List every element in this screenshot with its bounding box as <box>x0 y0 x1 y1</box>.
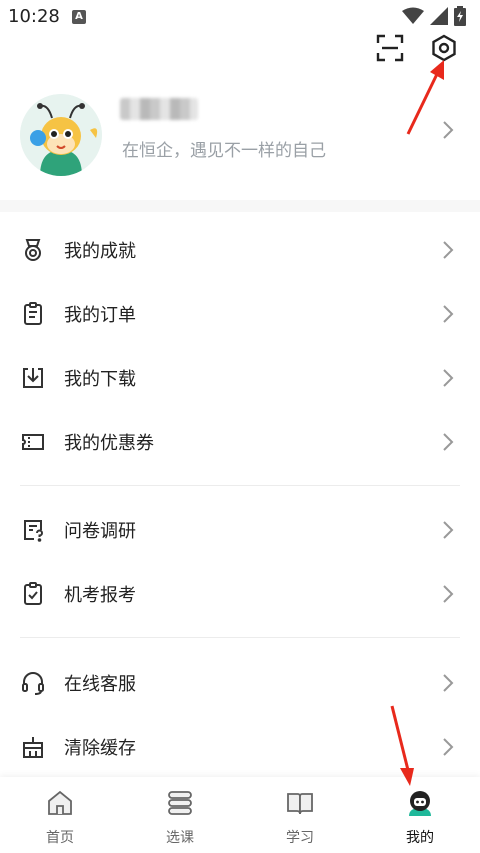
menu-item-downloads[interactable]: 我的下载 <box>0 346 480 410</box>
menu-item-label: 我的下载 <box>64 369 136 390</box>
divider <box>20 485 460 486</box>
menu-item-label: 在线客服 <box>64 674 136 695</box>
menu-item-achievements[interactable]: 我的成就 <box>0 218 480 282</box>
broom-icon <box>20 734 46 760</box>
profile-slogan: 在恒企，遇见不一样的自己 <box>122 141 326 161</box>
chevron-right-icon <box>443 738 454 756</box>
profile-card[interactable]: 在恒企，遇见不一样的自己 <box>0 88 480 188</box>
bee-avatar-icon <box>20 94 102 176</box>
clipboard-icon <box>20 301 46 327</box>
tab-label: 我的 <box>406 830 434 846</box>
medal-icon <box>20 237 46 263</box>
survey-icon <box>20 517 46 543</box>
annotation-arrow <box>390 705 414 786</box>
signal-icon <box>430 7 448 25</box>
exam-icon <box>20 581 46 607</box>
menu-item-label: 清除缓存 <box>64 738 136 759</box>
status-bar: 10:28 A <box>0 0 480 34</box>
menu-item-exam[interactable]: 机考报考 <box>0 562 480 626</box>
tab-courses[interactable]: 选课 <box>135 789 225 847</box>
chevron-right-icon <box>443 585 454 603</box>
courses-icon <box>168 791 192 815</box>
tab-label: 选课 <box>166 830 194 846</box>
download-icon <box>20 365 46 391</box>
book-icon <box>287 793 313 815</box>
wifi-icon <box>402 7 424 24</box>
section-divider <box>0 200 480 212</box>
chevron-right-icon <box>443 433 454 451</box>
menu-item-label: 机考报考 <box>64 585 136 606</box>
battery-icon <box>454 6 466 26</box>
tab-home[interactable]: 首页 <box>15 789 105 847</box>
status-time: 10:28 <box>8 6 60 27</box>
avatar[interactable] <box>20 94 102 176</box>
profile-icon <box>409 791 431 816</box>
menu-item-survey[interactable]: 问卷调研 <box>0 498 480 562</box>
menu-item-coupons[interactable]: 我的优惠券 <box>0 410 480 474</box>
tab-label: 首页 <box>46 830 74 846</box>
menu-item-label: 我的优惠券 <box>64 433 154 454</box>
status-indicator-icon: A <box>72 10 86 24</box>
chevron-right-icon <box>443 121 454 139</box>
username-blurred <box>120 98 198 120</box>
coupon-icon <box>20 429 46 455</box>
bottom-tab-bar: 首页 选课 学习 我的 <box>0 777 480 853</box>
chevron-right-icon <box>443 521 454 539</box>
tab-label: 学习 <box>286 830 314 846</box>
menu-item-label: 我的订单 <box>64 305 136 326</box>
chevron-right-icon <box>443 241 454 259</box>
tab-profile[interactable]: 我的 <box>375 789 465 847</box>
menu-item-label: 问卷调研 <box>64 521 136 542</box>
menu-item-orders[interactable]: 我的订单 <box>0 282 480 346</box>
chevron-right-icon <box>443 369 454 387</box>
headset-icon <box>20 670 46 696</box>
chevron-right-icon <box>443 674 454 692</box>
chevron-right-icon <box>443 305 454 323</box>
divider <box>20 637 460 638</box>
menu-item-label: 我的成就 <box>64 241 136 262</box>
home-icon <box>48 790 72 815</box>
tab-study[interactable]: 学习 <box>255 789 345 847</box>
